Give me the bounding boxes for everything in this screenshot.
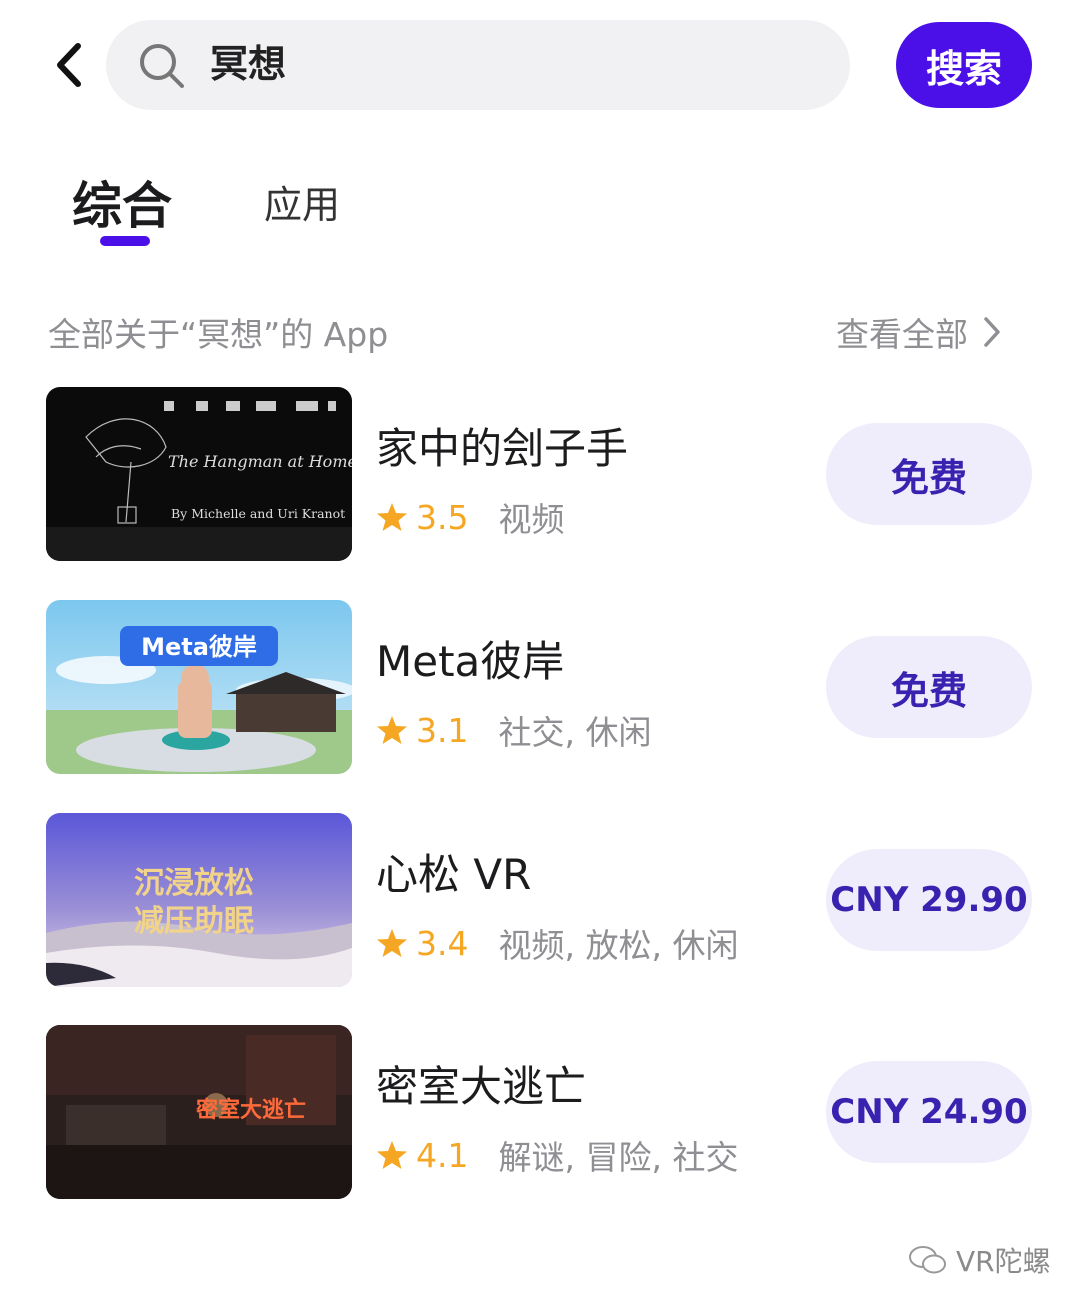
watermark-text: VR陀螺 [956,1245,1051,1278]
back-button[interactable] [50,40,90,90]
search-query: 冥想 [210,42,287,86]
price-button[interactable]: CNY 29.90 [826,849,1032,951]
view-all-label: 查看全部 [836,315,968,354]
app-rating: 3.5 [416,497,469,537]
app-meta: 3.5 视频 [376,493,564,541]
wechat-icon [909,1246,946,1274]
thumb-title: The Hangman at Home - VR [168,452,352,471]
star-icon [377,503,407,531]
thumb-line1: 沉浸放松 [134,866,254,901]
star-icon [377,929,407,957]
app-thumbnail[interactable]: The Hangman at Home - VR By Michelle and… [46,387,352,561]
app-rating: 3.4 [416,923,469,963]
tab-all[interactable]: 综合 [72,166,172,238]
app-name: 家中的刽子手 [376,424,629,473]
app-name: 密室大逃亡 [376,1062,587,1111]
watermark: VR陀螺 [908,1240,1051,1280]
section-title: 全部关于“冥想”的 App [48,315,389,354]
list-item[interactable]: Meta彼岸 Meta彼岸 3.1 社交, 休闲 免费 [0,600,1080,776]
list-item[interactable]: The Hangman at Home - VR By Michelle and… [0,387,1080,563]
price-button[interactable]: 免费 [826,636,1032,738]
app-meta: 3.4 视频, 放松, 休闲 [376,919,738,967]
price-button[interactable]: 免费 [826,423,1032,525]
list-item[interactable]: 沉浸放松 减压助眠 心松 VR 3.4 视频, 放松, 休闲 CNY 29.90 [0,813,1080,989]
star-icon [377,1141,407,1169]
thumb-title: 密室大逃亡 [196,1097,306,1123]
app-name: 心松 VR [376,850,532,899]
thumb-credit: By Michelle and Uri Kranot [171,506,345,521]
app-tags: 视频, 放松, 休闲 [498,926,739,965]
star-icon [377,716,407,744]
price-button[interactable]: CNY 24.90 [826,1061,1032,1163]
app-thumbnail[interactable]: Meta彼岸 [46,600,352,774]
search-button[interactable]: 搜索 [896,22,1032,108]
app-thumbnail[interactable]: 密室大逃亡 [46,1025,352,1199]
search-icon [140,44,184,88]
app-rating: 3.1 [416,710,469,750]
list-item[interactable]: 密室大逃亡 密室大逃亡 4.1 解谜, 冒险, 社交 CNY 24.90 [0,1025,1080,1201]
app-thumbnail[interactable]: 沉浸放松 减压助眠 [46,813,352,987]
app-tags: 视频 [498,500,565,539]
search-input[interactable]: 冥想 [106,20,850,110]
active-tab-indicator [100,236,150,246]
app-tags: 解谜, 冒险, 社交 [498,1138,739,1177]
app-meta: 4.1 解谜, 冒险, 社交 [376,1131,738,1179]
view-all-link[interactable]: 查看全部 [836,308,1002,356]
chevron-right-icon [984,317,1000,347]
app-name: Meta彼岸 [376,637,565,686]
thumb-line2: 减压助眠 [134,904,254,939]
tab-apps[interactable]: 应用 [264,174,340,229]
app-meta: 3.1 社交, 休闲 [376,706,651,754]
chevron-left-icon [57,43,81,87]
app-tags: 社交, 休闲 [498,713,652,752]
thumb-title: Meta彼岸 [141,633,257,661]
app-rating: 4.1 [416,1135,469,1175]
